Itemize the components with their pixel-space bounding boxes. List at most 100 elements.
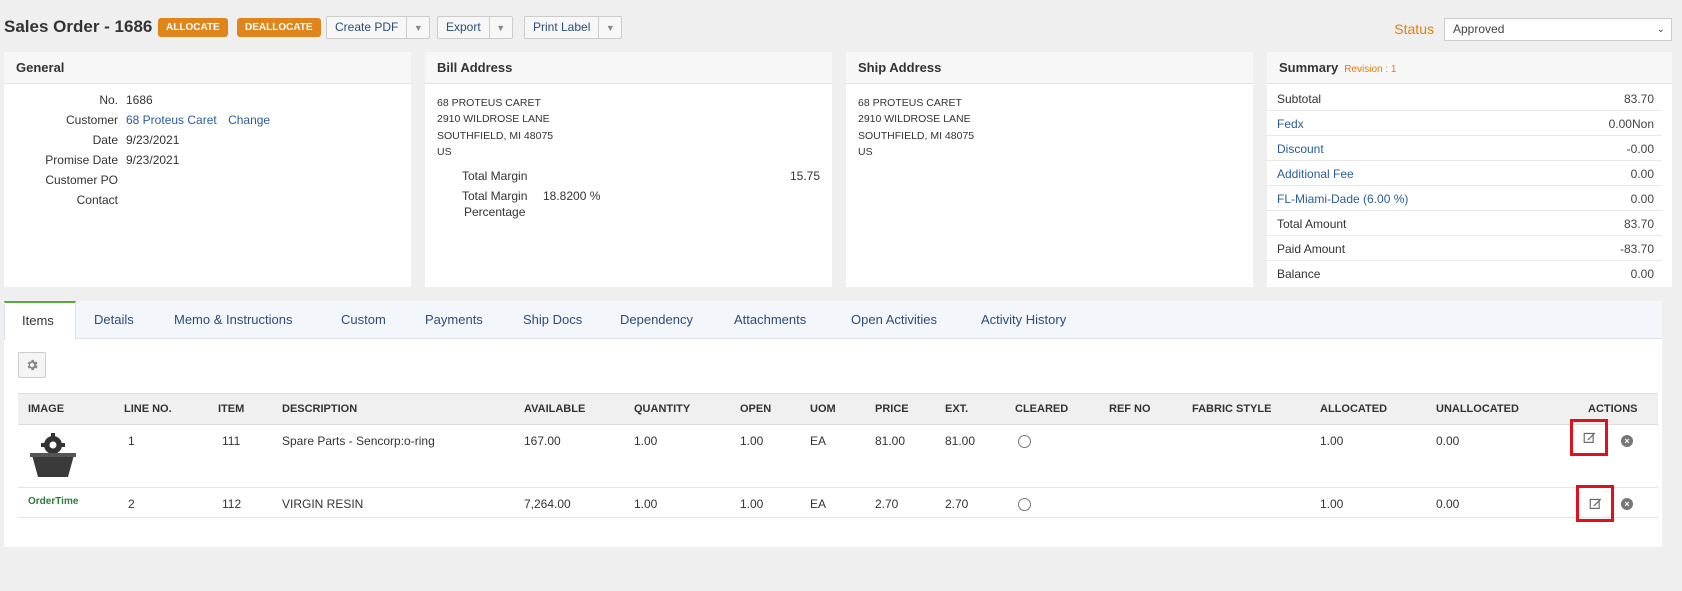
available-cell: 167.00 bbox=[524, 434, 561, 448]
summary-value: 0.00Non bbox=[1608, 117, 1654, 131]
table-row: 1 111 Spare Parts - Sencorp:o-ring 167.0… bbox=[18, 419, 1658, 488]
table-row: OrderTime 2 112 VIRGIN RESIN 7,264.00 1.… bbox=[18, 485, 1658, 522]
contact-label: Contact bbox=[76, 193, 118, 207]
allocate-button[interactable]: ALLOCATE bbox=[158, 18, 228, 37]
tab-custom[interactable]: Custom bbox=[341, 301, 386, 339]
summary-heading: Summary Revision : 1 bbox=[1267, 52, 1672, 84]
ext-cell: 81.00 bbox=[945, 434, 976, 448]
page-title: Sales Order - 1686 bbox=[4, 17, 153, 36]
tab-payments[interactable]: Payments bbox=[425, 301, 483, 339]
tab-ship-docs[interactable]: Ship Docs bbox=[523, 301, 582, 339]
ext-cell: 2.70 bbox=[945, 497, 969, 511]
create-pdf-button[interactable]: Create PDF bbox=[327, 17, 408, 38]
column-header: ITEM bbox=[218, 403, 245, 415]
summary-label: Subtotal bbox=[1277, 92, 1322, 106]
price-cell: 2.70 bbox=[875, 497, 899, 511]
tax-link[interactable]: FL-Miami-Dade (6.00 %) bbox=[1277, 192, 1408, 206]
column-header: REF NO bbox=[1109, 403, 1151, 415]
total-margin-value: 15.75 bbox=[789, 169, 820, 183]
price-cell: 81.00 bbox=[875, 434, 906, 448]
summary-row-paid: Paid Amount -83.70 bbox=[1267, 236, 1662, 261]
uom-cell: EA bbox=[810, 434, 827, 448]
additional-fee-link[interactable]: Additional Fee bbox=[1277, 167, 1354, 181]
description-cell: VIRGIN RESIN bbox=[282, 497, 364, 511]
cleared-radio[interactable] bbox=[1018, 498, 1031, 511]
quantity-cell: 1.00 bbox=[634, 434, 658, 448]
cleared-radio[interactable] bbox=[1018, 435, 1031, 448]
no-label: No. bbox=[99, 93, 118, 107]
discount-link[interactable]: Discount bbox=[1277, 142, 1324, 156]
shipping-link[interactable]: Fedx bbox=[1277, 117, 1304, 131]
print-label-button[interactable]: Print Label bbox=[525, 17, 600, 38]
column-settings-button[interactable] bbox=[18, 352, 46, 378]
unallocated-cell: 0.00 bbox=[1436, 497, 1460, 511]
delete-row-icon[interactable]: × bbox=[1621, 435, 1633, 447]
status-label: Status bbox=[1394, 21, 1434, 37]
summary-title: Summary bbox=[1279, 60, 1339, 75]
summary-row-discount: Discount -0.00 bbox=[1267, 136, 1662, 161]
bill-address-panel: Bill Address 68 PROTEUS CARET 2910 WILDR… bbox=[425, 52, 832, 287]
ship-address-line: 2910 WILDROSE LANE bbox=[858, 113, 971, 126]
caret-down-icon[interactable]: ▼ bbox=[407, 17, 429, 38]
column-header: EXT. bbox=[945, 403, 969, 415]
summary-value: -0.00 bbox=[1626, 142, 1654, 156]
create-pdf-split-button[interactable]: Create PDF ▼ bbox=[326, 16, 431, 39]
edit-row-button[interactable] bbox=[1570, 419, 1608, 456]
print-label-split-button[interactable]: Print Label ▼ bbox=[524, 16, 623, 39]
caret-down-icon[interactable]: ▼ bbox=[490, 17, 512, 38]
items-table-header: IMAGE LINE NO. ITEM DESCRIPTION AVAILABL… bbox=[18, 393, 1658, 425]
column-header: CLEARED bbox=[1015, 403, 1069, 415]
margin-percentage-label-line: Total Margin bbox=[462, 189, 528, 203]
ship-address-line: US bbox=[858, 145, 873, 158]
tab-memo-instructions[interactable]: Memo & Instructions bbox=[174, 301, 293, 339]
quantity-cell: 1.00 bbox=[634, 497, 658, 511]
summary-label: Balance bbox=[1277, 267, 1321, 281]
total-margin-label: Total Margin bbox=[462, 169, 528, 183]
revision-label: Revision : 1 bbox=[1344, 64, 1397, 75]
caret-down-icon[interactable]: ▼ bbox=[599, 17, 621, 38]
tab-details[interactable]: Details bbox=[94, 301, 134, 339]
customer-po-label: Customer PO bbox=[45, 173, 118, 187]
gear-basket-image bbox=[26, 431, 80, 481]
bill-address-line: 2910 WILDROSE LANE bbox=[437, 113, 550, 126]
column-header: IMAGE bbox=[28, 403, 65, 415]
ship-address-heading: Ship Address bbox=[846, 52, 1253, 84]
column-header: PRICE bbox=[875, 403, 909, 415]
column-header: UOM bbox=[810, 403, 836, 415]
status-select[interactable]: Approved ⌄ bbox=[1444, 18, 1672, 41]
tab-items[interactable]: Items bbox=[4, 301, 76, 340]
tab-dependency[interactable]: Dependency bbox=[620, 301, 693, 339]
customer-link[interactable]: 68 Proteus Caret bbox=[126, 113, 217, 127]
export-button[interactable]: Export bbox=[438, 17, 490, 38]
bill-address-heading: Bill Address bbox=[425, 52, 832, 84]
ordertime-logo: OrderTime bbox=[28, 496, 79, 507]
edit-row-button[interactable] bbox=[1576, 485, 1614, 522]
column-header: LINE NO. bbox=[124, 403, 172, 415]
summary-row-tax: FL-Miami-Dade (6.00 %) 0.00 bbox=[1267, 186, 1662, 211]
export-split-button[interactable]: Export ▼ bbox=[437, 16, 513, 39]
promise-date-value: 9/23/2021 bbox=[126, 153, 180, 167]
tab-attachments[interactable]: Attachments bbox=[734, 301, 806, 339]
summary-value: -83.70 bbox=[1619, 242, 1654, 256]
delete-row-icon[interactable]: × bbox=[1621, 498, 1633, 510]
change-customer-link[interactable]: Change bbox=[228, 113, 270, 127]
column-header: DESCRIPTION bbox=[282, 403, 358, 415]
column-header: UNALLOCATED bbox=[1436, 403, 1519, 415]
tab-open-activities[interactable]: Open Activities bbox=[851, 301, 937, 339]
toolbar: Sales Order - 1686 ALLOCATE DEALLOCATE C… bbox=[0, 0, 1682, 56]
date-label: Date bbox=[92, 133, 118, 147]
item-link[interactable]: 111 bbox=[222, 434, 240, 448]
bill-address-block: 68 PROTEUS CARET 2910 WILDROSE LANE SOUT… bbox=[437, 95, 553, 160]
date-value: 9/23/2021 bbox=[126, 133, 180, 147]
tab-activity-history[interactable]: Activity History bbox=[981, 301, 1066, 339]
allocated-cell: 1.00 bbox=[1320, 497, 1344, 511]
general-promise-row: Promise Date 9/23/2021 bbox=[4, 153, 384, 173]
summary-label: Paid Amount bbox=[1277, 242, 1346, 256]
item-link[interactable]: 112 bbox=[222, 497, 241, 511]
general-date-row: Date 9/23/2021 bbox=[4, 133, 384, 153]
customer-label: Customer bbox=[65, 113, 118, 127]
general-contact-row: Contact bbox=[4, 193, 384, 213]
deallocate-button[interactable]: DEALLOCATE bbox=[237, 18, 321, 37]
open-cell: 1.00 bbox=[740, 497, 764, 511]
available-cell: 7,264.00 bbox=[524, 497, 571, 511]
